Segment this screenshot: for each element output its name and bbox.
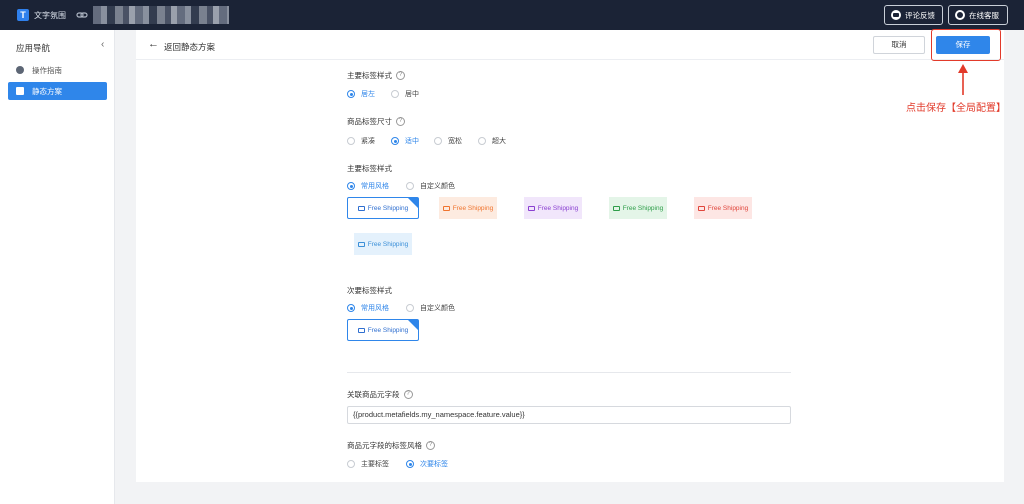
style-swatch-3[interactable]: Free Shipping — [524, 197, 582, 219]
panel-header: ← 返回静态方案 取消 保存 — [136, 30, 1004, 60]
help-icon[interactable]: ? — [396, 117, 405, 126]
radio-medium[interactable]: 适中 — [391, 136, 419, 146]
radio-circle — [406, 182, 414, 190]
radio-loose[interactable]: 宽松 — [434, 136, 462, 146]
secondary-swatch[interactable]: Free Shipping — [347, 319, 419, 341]
radio-left[interactable]: 居左 — [347, 89, 375, 99]
style-swatch-4[interactable]: Free Shipping — [609, 197, 667, 219]
metafield-input[interactable]: {{product.metafields.my_namespace.featur… — [347, 406, 791, 424]
radio-circle — [478, 137, 486, 145]
radio-circle — [391, 90, 399, 98]
sidebar-item-label: 操作指南 — [32, 65, 62, 75]
truck-icon — [527, 205, 535, 211]
radio-custom-color[interactable]: 自定义颜色 — [406, 181, 455, 191]
truck-icon — [357, 205, 365, 211]
radio-circle — [347, 90, 355, 98]
metafield-label: 关联商品元字段 ? — [347, 389, 413, 400]
radio-circle — [391, 137, 399, 145]
annotation-text: 点击保存【全局配置】 — [906, 103, 1006, 114]
support-button[interactable]: 在线客服 — [948, 5, 1008, 25]
help-icon[interactable]: ? — [396, 71, 405, 80]
style-swatch-5[interactable]: Free Shipping — [694, 197, 752, 219]
style-swatch-1[interactable]: Free Shipping — [347, 197, 419, 219]
radio-circle — [434, 137, 442, 145]
cancel-button[interactable]: 取消 — [873, 36, 925, 54]
radio-secondary-custom[interactable]: 自定义颜色 — [406, 303, 455, 313]
chat-icon — [891, 10, 901, 20]
style-swatch-6[interactable]: Free Shipping — [354, 233, 412, 255]
radio-circle — [406, 460, 414, 468]
info-circle-icon — [16, 66, 24, 74]
primary-position-label: 主要标签样式 ? — [347, 70, 405, 81]
truck-icon — [442, 205, 450, 211]
truck-icon — [697, 205, 705, 211]
top-bar: T 文字氛围 评论反馈 在线客服 — [0, 0, 1024, 30]
truck-icon — [357, 327, 365, 333]
help-icon[interactable]: ? — [403, 390, 413, 399]
app-logo: T — [17, 9, 29, 21]
radio-common-style[interactable]: 常用风格 — [347, 181, 389, 191]
radio-large[interactable]: 超大 — [478, 136, 506, 146]
radio-circle — [347, 460, 355, 468]
sidebar-item-label: 静态方案 — [32, 86, 62, 96]
help-icon[interactable]: ? — [426, 441, 435, 450]
link-icon — [76, 12, 88, 18]
style-swatch-2[interactable]: Free Shipping — [439, 197, 497, 219]
metafield-style-label: 商品元字段的标签风格 ? — [347, 440, 435, 451]
truck-icon — [612, 205, 620, 211]
size-label: 商品标签尺寸 ? — [347, 116, 405, 127]
back-link[interactable]: 返回静态方案 — [164, 41, 215, 53]
sidebar-item-guide[interactable]: 操作指南 — [8, 61, 107, 79]
headset-icon — [955, 10, 965, 20]
truck-icon — [357, 241, 365, 247]
feedback-button[interactable]: 评论反馈 — [884, 5, 943, 25]
app-name: 文字氛围 — [34, 11, 66, 20]
radio-circle — [406, 304, 414, 312]
sidebar-item-static-plan[interactable]: 静态方案 — [8, 82, 107, 100]
radio-compact[interactable]: 紧凑 — [347, 136, 375, 146]
radio-center[interactable]: 居中 — [391, 89, 419, 99]
radio-secondary-label[interactable]: 次要标签 — [406, 459, 448, 469]
radio-circle — [347, 304, 355, 312]
radio-circle — [347, 137, 355, 145]
back-arrow-icon[interactable]: ← — [148, 38, 159, 50]
blurred-store-name — [93, 6, 229, 24]
radio-secondary-common[interactable]: 常用风格 — [347, 303, 389, 313]
section-divider — [347, 372, 791, 373]
collapse-icon[interactable]: ‹ — [101, 39, 104, 50]
secondary-style-label: 次要标签样式 — [347, 286, 392, 295]
radio-primary-label[interactable]: 主要标签 — [347, 459, 389, 469]
primary-style-label: 主要标签样式 — [347, 164, 392, 173]
annotation-highlight-box — [931, 29, 1001, 61]
feedback-label: 评论反馈 — [905, 10, 935, 20]
sidebar-title: 应用导航 — [16, 43, 51, 53]
radio-circle — [347, 182, 355, 190]
main-panel: ← 返回静态方案 取消 保存 主要标签样式 ? 居左 居中 商品标签尺寸 ? 紧… — [136, 30, 1004, 482]
document-icon — [16, 87, 24, 95]
sidebar: 应用导航 ‹ 操作指南 静态方案 — [0, 30, 115, 504]
annotation-arrow-icon — [958, 64, 968, 95]
support-label: 在线客服 — [969, 10, 999, 20]
